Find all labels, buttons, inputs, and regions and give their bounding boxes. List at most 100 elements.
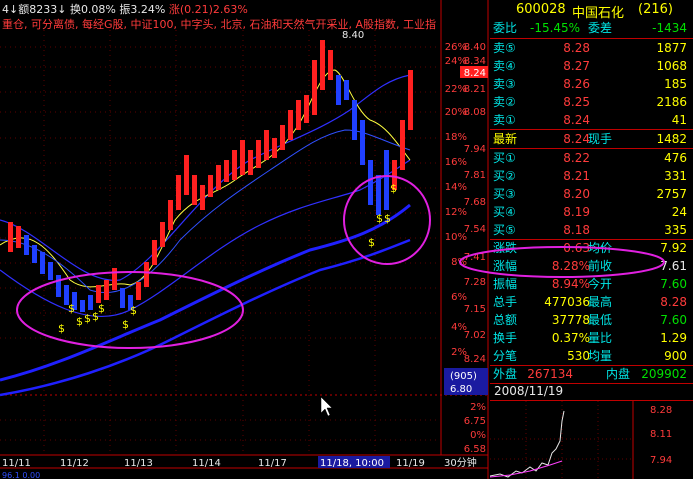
buy-row[interactable]: 买② 8.21 331 (490, 168, 693, 185)
vol-price-label: 6.58 (464, 444, 486, 455)
buy-price: 8.18 (563, 223, 590, 237)
vol-pct-label: 2% (470, 402, 486, 413)
buy-volume: 331 (664, 169, 687, 183)
stock-header: 600028 中国石化 (216) (490, 2, 693, 21)
inner-value: 209902 (641, 367, 687, 381)
cursor-date-label: 11/18, 10:00 (320, 458, 384, 469)
svg-text:$: $ (98, 302, 105, 315)
buy-level-label: 买⑤ (493, 223, 516, 237)
mini-intraday-chart[interactable]: 8.28 8.11 7.94 (490, 401, 693, 479)
svg-text:$: $ (76, 315, 83, 328)
price-label: 7.54 (464, 224, 486, 235)
stock-count: (216) (638, 2, 673, 17)
pct-label: 14% (445, 182, 467, 193)
buy-volume: 24 (671, 205, 687, 219)
stat-label: 最高 (588, 295, 613, 309)
price-label: 7.81 (464, 170, 486, 181)
buy-price: 8.19 (563, 205, 590, 219)
sell-row[interactable]: 卖④ 8.27 1068 (490, 58, 693, 75)
stat-value: 530 (567, 349, 590, 363)
outer-value: 267134 (527, 367, 573, 381)
vol-price-label: 6.75 (464, 416, 486, 427)
stats-row: 总手 477036 最高 8.28 (490, 294, 693, 311)
buy-volume: 335 (664, 223, 687, 237)
amplitude-value: 3.24% (130, 3, 166, 16)
date-label: 11/14 (192, 458, 221, 469)
sell-level-label: 卖④ (493, 59, 516, 73)
mini-price-label: 8.11 (650, 429, 672, 440)
price-label: 8.21 (464, 84, 486, 95)
stats-row: 换手 0.37% 量比 1.29 (490, 330, 693, 347)
buy-volume: 2757 (656, 187, 687, 201)
stat-value: 0.37% (551, 331, 590, 345)
quote-date: 2008/11/19 (494, 384, 564, 398)
amplitude-label: 振 (119, 3, 131, 16)
diff-value: -1434 (652, 21, 687, 35)
date-label: 11/13 (124, 458, 153, 469)
sell-row[interactable]: 卖① 8.24 41 (490, 112, 693, 129)
svg-text:$: $ (390, 182, 397, 195)
date-label: 11/19 (396, 458, 425, 469)
buy-price: 8.20 (563, 187, 590, 201)
separator (490, 129, 693, 130)
upper-band (0, 74, 411, 281)
sell-volume: 1877 (656, 41, 687, 55)
kline-chart[interactable]: $$$ $ $$ $$ $$ $ $ 26% 8.40 24% 8.34 8.24 … (0, 0, 490, 479)
buy-row[interactable]: 买③ 8.20 2757 (490, 186, 693, 203)
buy-level-label: 买④ (493, 205, 516, 219)
now-hand-value: 1482 (656, 132, 687, 146)
sell-volume: 2186 (656, 95, 687, 109)
stat-label: 最低 (588, 313, 613, 327)
sell-volume: 41 (671, 113, 687, 127)
latest-label: 最新 (493, 132, 518, 146)
current-price-label: 8.24 (464, 68, 486, 79)
stats-row: 分笔 530 均量 900 (490, 348, 693, 365)
pct-label: 12% (445, 207, 467, 218)
sell-price: 8.26 (563, 77, 590, 91)
latest-row: 最新 8.24 现手 1482 (490, 131, 693, 148)
buy-price: 8.22 (563, 151, 590, 165)
turnover-label: 换 (69, 3, 81, 16)
sell-row[interactable]: 卖③ 8.26 185 (490, 76, 693, 93)
date-label: 11/17 (258, 458, 287, 469)
volume-text: 4↓额8233↓ (2, 3, 67, 16)
peak-price-label: 8.40 (342, 30, 364, 41)
sell-level-label: 卖② (493, 95, 516, 109)
annotation-ellipse-stats (459, 246, 665, 278)
buy-row[interactable]: 买① 8.22 476 (490, 150, 693, 167)
buy-row[interactable]: 买⑤ 8.18 335 (490, 222, 693, 239)
sell-level-label: 卖③ (493, 77, 516, 91)
pct-label: 16% (445, 157, 467, 168)
pct-label: 18% (445, 132, 467, 143)
sell-level-label: 卖① (493, 113, 516, 127)
inner-label: 内盘 (606, 367, 631, 381)
sell-row[interactable]: 卖⑤ 8.28 1877 (490, 40, 693, 57)
sell-price: 8.27 (563, 59, 590, 73)
svg-text:$: $ (130, 304, 137, 317)
sell-volume: 1068 (656, 59, 687, 73)
stats-row: 总额 37778 最低 7.60 (490, 312, 693, 329)
buy-volume: 476 (664, 151, 687, 165)
sector-tags: 重仓, 可分离债, 每经G股, 中证100, 中字头, 北京, 石油和天然气开采… (2, 18, 436, 30)
price-label: 8.34 (464, 56, 486, 67)
sell-price: 8.24 (563, 113, 590, 127)
buy-row[interactable]: 买④ 8.19 24 (490, 204, 693, 221)
stat-label: 分笔 (493, 349, 518, 363)
mini-price-label: 8.28 (650, 405, 672, 416)
sell-volume: 185 (664, 77, 687, 91)
stat-label: 换手 (493, 331, 518, 345)
stock-name: 中国石化 (572, 6, 625, 21)
separator (490, 148, 693, 149)
date-gridlines (43, 30, 376, 455)
stat-value: 8.28 (660, 295, 687, 309)
sell-row[interactable]: 卖② 8.25 2186 (490, 94, 693, 111)
stat-value: 900 (664, 349, 687, 363)
outer-label: 外盘 (493, 367, 518, 381)
stock-code: 600028 (516, 2, 566, 17)
stock-info-bar: 4↓额8233↓ 换0.08% 振3.24% 涨(0.21)2.63% 重仓, … (0, 0, 440, 30)
bottom-indicator: 96.1 0.00 (2, 471, 40, 479)
stat-label: 量比 (588, 331, 613, 345)
period-button[interactable]: 30分钟 (444, 456, 477, 469)
svg-text:$: $ (68, 302, 75, 315)
price-label: 7.68 (464, 197, 486, 208)
